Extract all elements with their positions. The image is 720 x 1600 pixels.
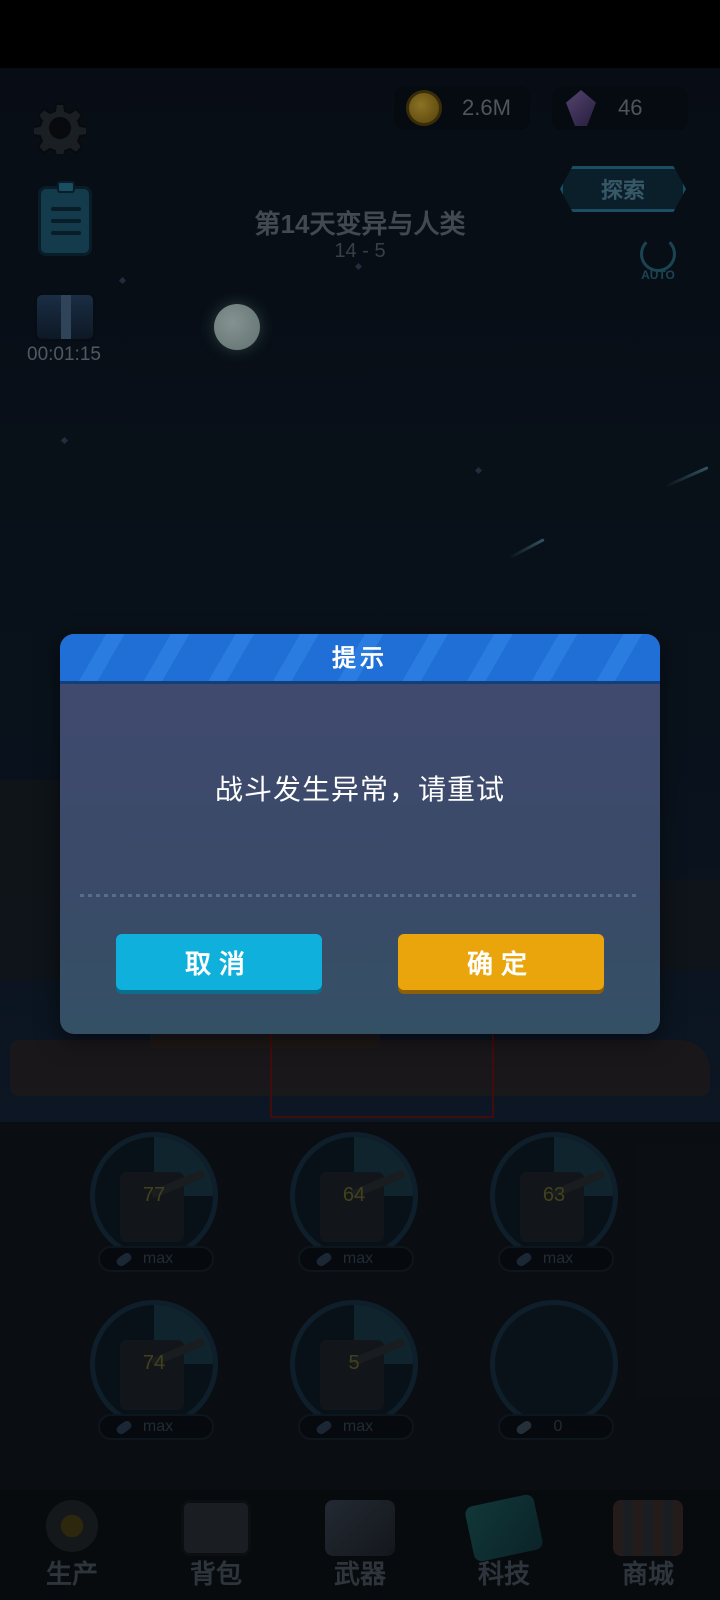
game-screen: 2.6M 46 00:01:15 第14天变异与人类 14 - 5 探索 AUT…: [0, 0, 720, 1600]
dialog-title: 提示: [332, 645, 388, 672]
alert-dialog: 提示 战斗发生异常，请重试 取消 确定: [60, 634, 660, 1034]
dialog-message: 战斗发生异常，请重试: [214, 774, 505, 805]
dialog-divider: [80, 894, 640, 897]
cancel-button[interactable]: 取消: [116, 934, 322, 990]
confirm-button[interactable]: 确定: [398, 934, 604, 990]
